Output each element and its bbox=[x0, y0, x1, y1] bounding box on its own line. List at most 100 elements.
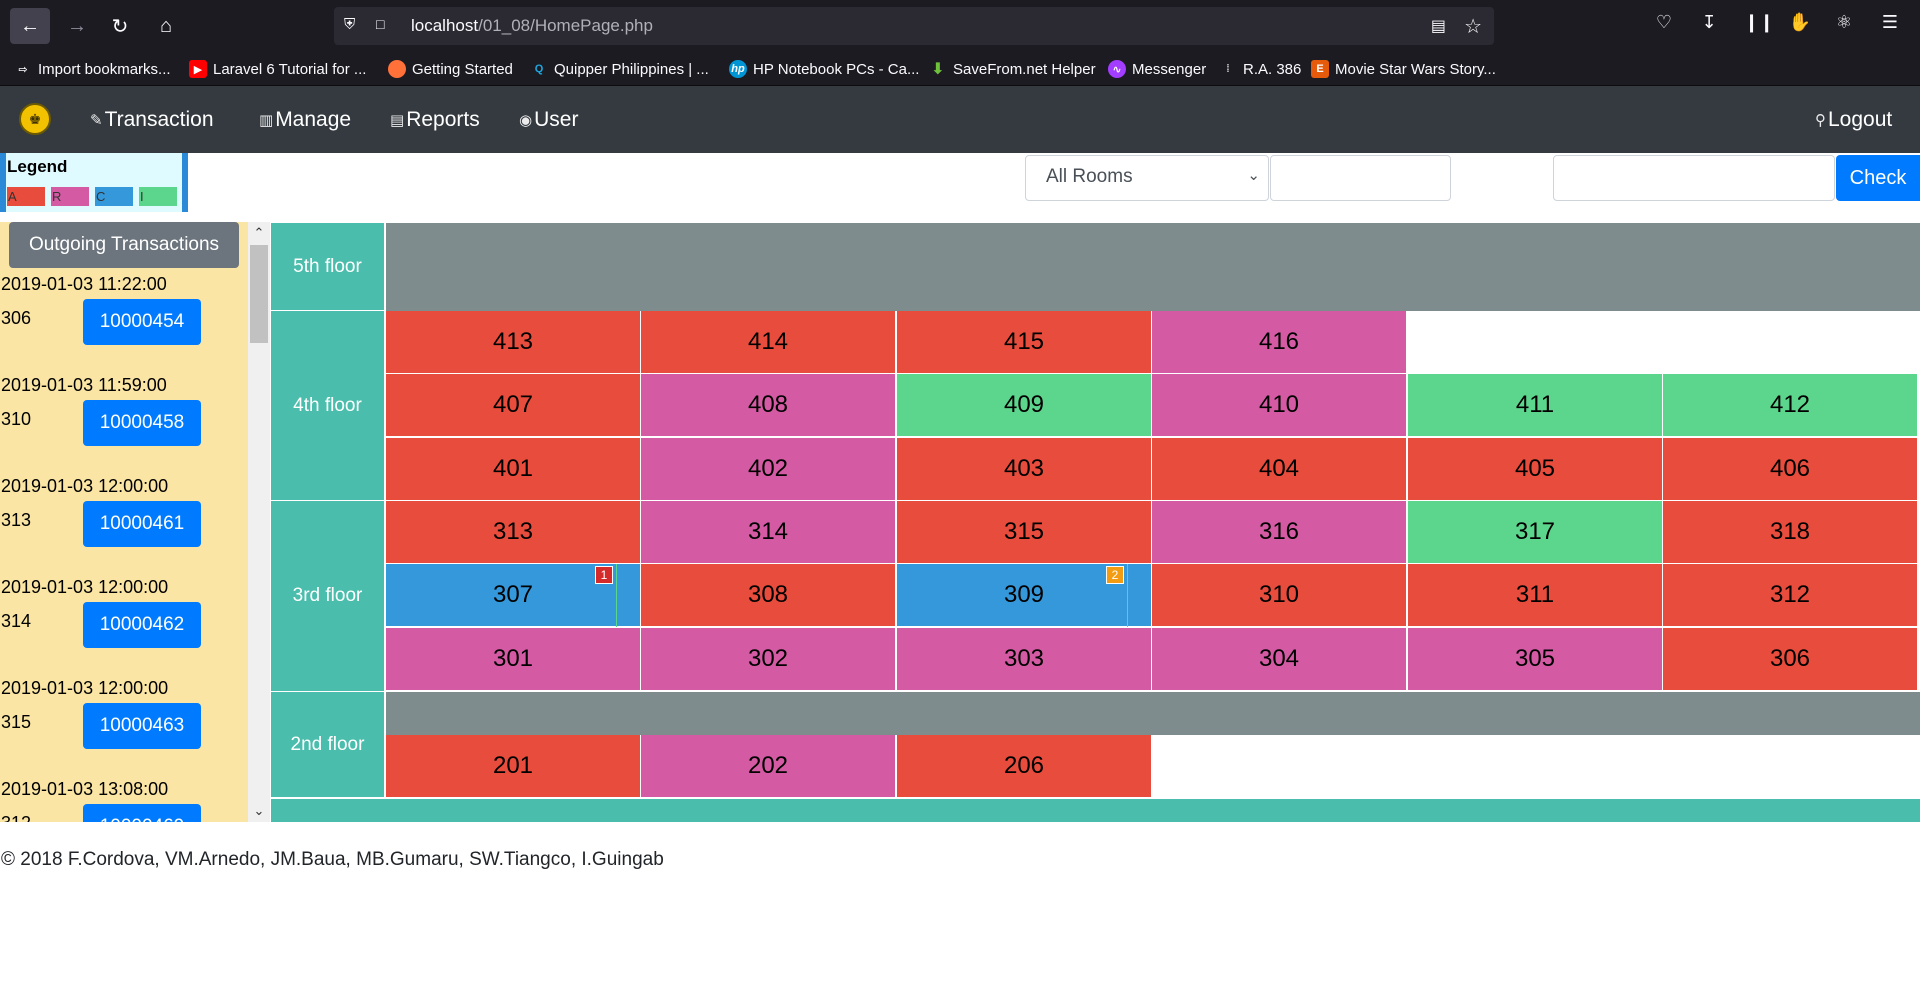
transaction-datetime: 2019-01-03 12:00:00 bbox=[1, 577, 169, 597]
nav-transaction[interactable]: ✎ Transaction bbox=[90, 108, 214, 132]
report-icon: ▤ bbox=[390, 112, 405, 129]
nav-user[interactable]: ◉ User bbox=[519, 108, 578, 132]
nav-manage[interactable]: ▥ Manage bbox=[259, 108, 351, 132]
room-311[interactable]: 311 bbox=[1408, 564, 1663, 627]
room-407[interactable]: 407 bbox=[386, 374, 641, 437]
room-402[interactable]: 402 bbox=[641, 438, 896, 501]
bookmark-import[interactable]: ⇨ Import bookmarks... bbox=[14, 58, 170, 80]
scroll-up-icon[interactable]: ⌃ bbox=[248, 222, 270, 244]
bookmark-laravel[interactable]: ▶ Laravel 6 Tutorial for ... bbox=[189, 58, 366, 80]
transaction-room: 315 bbox=[1, 712, 32, 732]
room-301[interactable]: 301 bbox=[386, 628, 641, 691]
room-409[interactable]: 409 bbox=[897, 374, 1152, 437]
bookmark-hp[interactable]: hp HP Notebook PCs - Ca... bbox=[729, 58, 919, 80]
room-415[interactable]: 415 bbox=[897, 311, 1152, 374]
bookmark-getting-started[interactable]: Getting Started bbox=[388, 58, 513, 80]
room-312[interactable]: 312 bbox=[1663, 564, 1918, 627]
transaction-room: 313 bbox=[1, 510, 32, 530]
room-307[interactable]: 307 1 bbox=[386, 564, 641, 627]
room-413[interactable]: 413 bbox=[386, 311, 641, 374]
url-host: localhost bbox=[411, 16, 479, 35]
room-309[interactable]: 309 2 bbox=[897, 564, 1152, 627]
room-317[interactable]: 317 bbox=[1408, 501, 1663, 564]
menu-icon[interactable]: ☰ bbox=[1878, 12, 1902, 33]
transaction-id-button[interactable]: 10000461 bbox=[83, 501, 201, 547]
transaction-id-button[interactable]: 10000463 bbox=[83, 703, 201, 749]
react-devtools-icon[interactable]: ⚛ bbox=[1832, 12, 1856, 33]
bookmark-quipper[interactable]: Q Quipper Philippines | ... bbox=[530, 58, 709, 80]
bookmark-ra386[interactable]: ⁞ R.A. 386 bbox=[1219, 58, 1301, 80]
chevron-down-icon: ⌄ bbox=[1247, 167, 1260, 184]
bookmark-savefrom[interactable]: ⬇ SaveFrom.net Helper bbox=[929, 58, 1096, 80]
nav-reports[interactable]: ▤ Reports bbox=[390, 108, 480, 132]
date-to-input[interactable] bbox=[1553, 155, 1835, 201]
room-302[interactable]: 302 bbox=[641, 628, 896, 691]
document-icon: ⁞ bbox=[1226, 63, 1230, 75]
room-307-number: 307 bbox=[492, 581, 534, 608]
room-401[interactable]: 401 bbox=[386, 438, 641, 501]
e-site-icon: E bbox=[1311, 60, 1329, 78]
transaction-id-button[interactable]: 10000458 bbox=[83, 400, 201, 446]
bookmark-label: Getting Started bbox=[412, 60, 513, 78]
nav-logout[interactable]: ⚲ Logout bbox=[1815, 108, 1892, 132]
room-416[interactable]: 416 bbox=[1152, 311, 1407, 374]
reader-view-icon[interactable]: ▤ bbox=[1431, 16, 1446, 36]
date-from-input[interactable] bbox=[1270, 155, 1451, 201]
transaction-id-button[interactable]: 10000454 bbox=[83, 299, 201, 345]
transaction-id-button[interactable]: 10000469 bbox=[83, 804, 201, 822]
home-icon[interactable]: ⌂ bbox=[146, 8, 186, 44]
firefox-icon bbox=[388, 60, 406, 78]
forward-icon[interactable]: → bbox=[57, 8, 97, 44]
bookmark-star-icon[interactable]: ☆ bbox=[1464, 14, 1482, 39]
room-303[interactable]: 303 bbox=[897, 628, 1152, 691]
transaction-id-button[interactable]: 10000462 bbox=[83, 602, 201, 648]
url-bar[interactable]: ⛨ □ localhost/01_08/HomePage.php ▤ ☆ bbox=[334, 7, 1494, 45]
room-202[interactable]: 202 bbox=[641, 735, 896, 798]
scroll-thumb[interactable] bbox=[250, 245, 268, 343]
room-315[interactable]: 315 bbox=[897, 501, 1152, 564]
app-logo[interactable]: ♚ bbox=[19, 103, 51, 135]
room-410[interactable]: 410 bbox=[1152, 374, 1407, 437]
room-405[interactable]: 405 bbox=[1408, 438, 1663, 501]
room-313[interactable]: 313 bbox=[386, 501, 641, 564]
room-306[interactable]: 306 bbox=[1663, 628, 1918, 691]
room-314[interactable]: 314 bbox=[641, 501, 896, 564]
check-button[interactable]: Check bbox=[1836, 155, 1920, 201]
bookmark-label: SaveFrom.net Helper bbox=[953, 60, 1096, 78]
room-318[interactable]: 318 bbox=[1663, 501, 1918, 564]
extension-stop-icon[interactable]: ✋ bbox=[1788, 12, 1812, 33]
room-408[interactable]: 408 bbox=[641, 374, 896, 437]
transaction-datetime: 2019-01-03 13:08:00 bbox=[1, 779, 169, 799]
scroll-down-icon[interactable]: ⌄ bbox=[248, 800, 270, 822]
back-icon[interactable]: ← bbox=[10, 8, 50, 44]
room-304[interactable]: 304 bbox=[1152, 628, 1407, 691]
room-201[interactable]: 201 bbox=[386, 735, 641, 798]
room-307-badge: 1 bbox=[595, 566, 613, 584]
room-310[interactable]: 310 bbox=[1152, 564, 1407, 627]
room-316[interactable]: 316 bbox=[1152, 501, 1407, 564]
legend-item-a: A bbox=[7, 187, 45, 206]
room-403[interactable]: 403 bbox=[897, 438, 1152, 501]
room-filter-select[interactable]: All Rooms ⌄ bbox=[1025, 155, 1269, 201]
reload-icon[interactable]: ↻ bbox=[100, 8, 140, 44]
room-305[interactable]: 305 bbox=[1408, 628, 1663, 691]
library-icon[interactable]: ❙❙ bbox=[1744, 12, 1774, 33]
bookmark-messenger[interactable]: ∿ Messenger bbox=[1108, 58, 1206, 80]
page-info-icon[interactable]: □ bbox=[376, 16, 392, 36]
url-text[interactable]: localhost/01_08/HomePage.php bbox=[411, 16, 653, 36]
outgoing-transactions-button[interactable]: Outgoing Transactions bbox=[9, 222, 239, 268]
pocket-icon[interactable]: ♡ bbox=[1652, 12, 1676, 33]
room-414[interactable]: 414 bbox=[641, 311, 896, 374]
room-404[interactable]: 404 bbox=[1152, 438, 1407, 501]
legend-box: Legend A R C I bbox=[0, 153, 188, 212]
room-411[interactable]: 411 bbox=[1408, 374, 1663, 437]
legend-item-r: R bbox=[51, 187, 89, 206]
room-406[interactable]: 406 bbox=[1663, 438, 1918, 501]
bookmark-movie[interactable]: E Movie Star Wars Story... bbox=[1311, 58, 1496, 80]
room-412[interactable]: 412 bbox=[1663, 374, 1918, 437]
room-206[interactable]: 206 bbox=[897, 735, 1152, 798]
sidebar-scrollbar[interactable]: ⌃ ⌄ bbox=[248, 222, 270, 822]
room-308[interactable]: 308 bbox=[641, 564, 896, 627]
shield-icon[interactable]: ⛨ bbox=[344, 16, 362, 36]
downloads-icon[interactable]: ↧ bbox=[1697, 12, 1721, 33]
